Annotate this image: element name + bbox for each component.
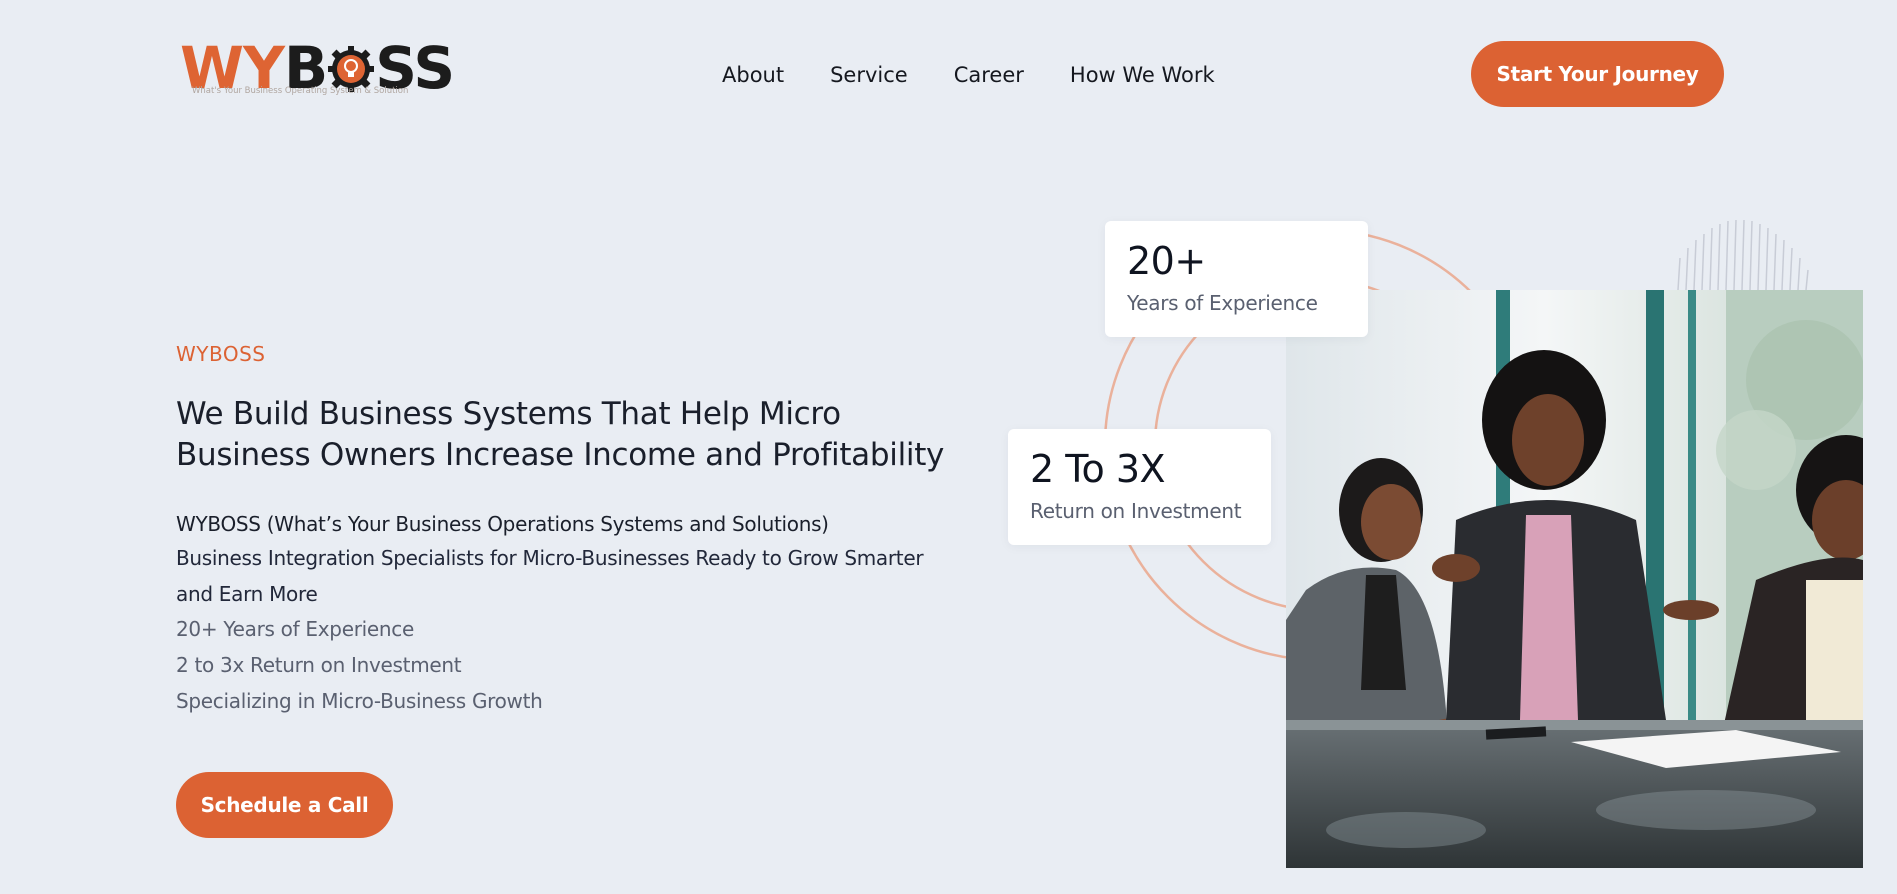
hero-eyebrow: WYBOSS: [176, 342, 266, 366]
stat-label: Years of Experience: [1127, 291, 1318, 315]
stat-value: 20+: [1127, 239, 1206, 283]
brand-logo[interactable]: WYB SS What's Your Business Operating Sy…: [180, 34, 455, 102]
hero-highlights: 20+ Years of Experience 2 to 3x Return o…: [176, 611, 543, 719]
highlight-item: Specializing in Micro-Business Growth: [176, 689, 543, 713]
stat-card-roi: 2 To 3X Return on Investment: [1008, 429, 1271, 545]
nav-how-we-work[interactable]: How We Work: [1070, 58, 1215, 92]
nav-about[interactable]: About: [722, 58, 784, 92]
logo-tagline: What's Your Business Operating System & …: [192, 86, 409, 96]
main-nav: About Service Career How We Work: [722, 58, 1215, 92]
highlight-item: 20+ Years of Experience: [176, 617, 414, 641]
page: WYB SS What's Your Business Operating Sy…: [0, 0, 1897, 894]
meeting-photo: [1286, 290, 1863, 868]
schedule-call-button[interactable]: Schedule a Call: [176, 772, 393, 838]
hero-headline: We Build Business Systems That Help Micr…: [176, 396, 945, 473]
highlight-item: 2 to 3x Return on Investment: [176, 653, 462, 677]
nav-service[interactable]: Service: [830, 58, 908, 92]
stat-label: Return on Investment: [1030, 499, 1242, 523]
stat-value: 2 To 3X: [1030, 447, 1166, 491]
start-journey-button[interactable]: Start Your Journey: [1471, 41, 1724, 107]
hero-description: Business Integration Specialists for Mic…: [176, 546, 924, 606]
hero-subtitle: WYBOSS (What’s Your Business Operations …: [176, 512, 829, 536]
nav-career[interactable]: Career: [954, 58, 1024, 92]
stat-card-experience: 20+ Years of Experience: [1105, 221, 1368, 337]
